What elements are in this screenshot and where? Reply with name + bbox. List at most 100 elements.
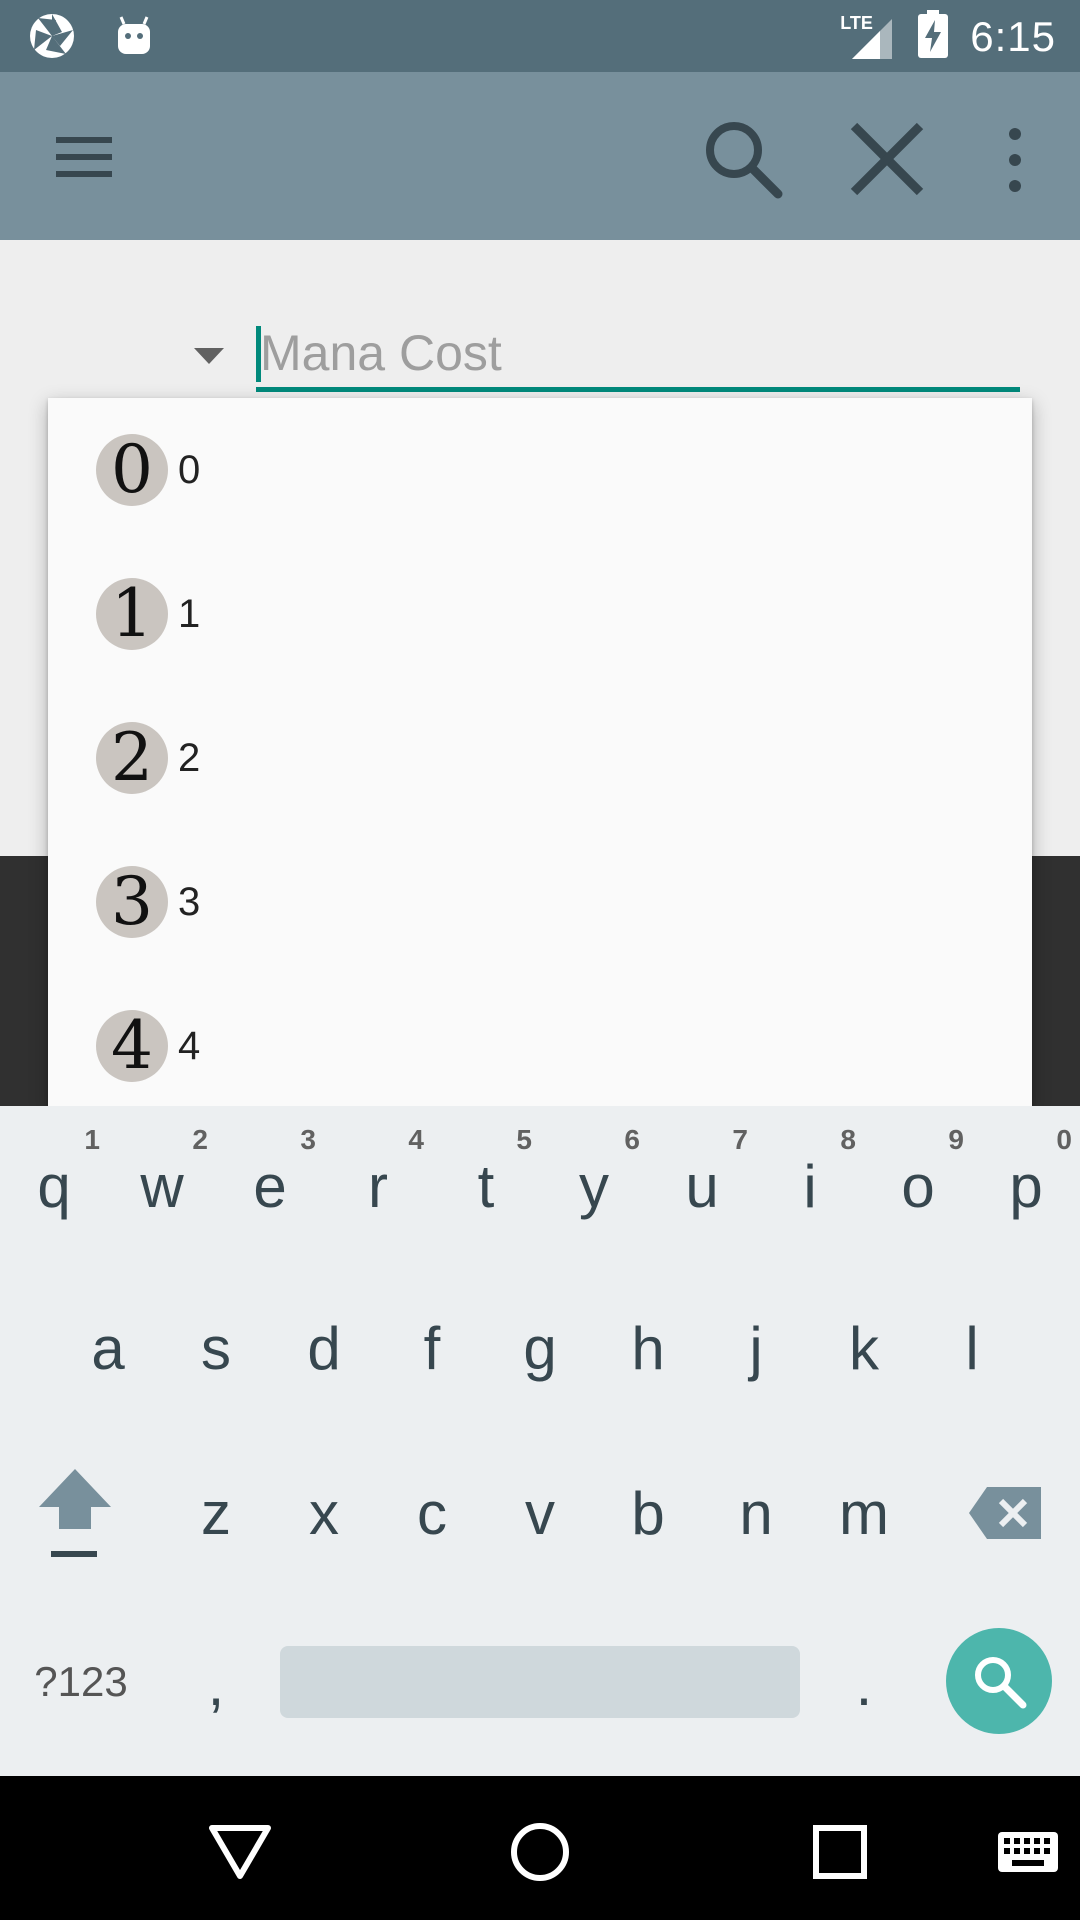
text-cursor <box>256 326 261 382</box>
key-w[interactable]: 2w <box>108 1106 216 1266</box>
key-u[interactable]: 7u <box>648 1106 756 1266</box>
key-label: e <box>253 1152 287 1220</box>
key-s[interactable]: s <box>162 1266 270 1430</box>
backspace-icon <box>969 1487 1041 1539</box>
status-right-icons: LTE 6:15 <box>840 10 1056 63</box>
status-bar: LTE 6:15 <box>0 0 1080 72</box>
clear-button[interactable] <box>842 114 932 204</box>
key-label: w <box>140 1152 184 1220</box>
mana-cost-input[interactable] <box>256 318 1020 387</box>
home-icon <box>511 1823 569 1881</box>
recents-icon <box>813 1825 867 1879</box>
menu-button[interactable] <box>44 122 124 192</box>
app-bar <box>0 72 1080 240</box>
key-j[interactable]: j <box>702 1266 810 1430</box>
key-hint: 1 <box>84 1124 100 1155</box>
key-v[interactable]: v <box>486 1430 594 1596</box>
key-label: j <box>749 1314 763 1382</box>
symbols-key[interactable]: ?123 <box>26 1646 136 1718</box>
key-o[interactable]: 9o <box>864 1106 972 1266</box>
dropdown-item-label: 4 <box>178 1023 201 1068</box>
key-label: x <box>309 1479 339 1547</box>
overflow-menu-button[interactable] <box>990 120 1040 200</box>
recents-button[interactable] <box>800 1812 880 1892</box>
key-l[interactable]: l <box>918 1266 1026 1430</box>
android-icon <box>114 14 154 63</box>
spinner-arrow-icon[interactable] <box>192 346 226 366</box>
key-label: o <box>901 1152 935 1220</box>
key-label: i <box>803 1152 817 1220</box>
key-x[interactable]: x <box>270 1430 378 1596</box>
dropdown-item[interactable]: 4 4 <box>48 974 1032 1106</box>
mana-symbol-icon: 0 <box>96 434 168 506</box>
dropdown-item-label: 0 <box>178 447 201 492</box>
key-n[interactable]: n <box>702 1430 810 1596</box>
mana-symbol-icon: 4 <box>96 1010 168 1082</box>
dropdown-item-label: 1 <box>178 591 201 636</box>
key-label: n <box>739 1479 773 1547</box>
key-y[interactable]: 6y <box>540 1106 648 1266</box>
key-g[interactable]: g <box>486 1266 594 1430</box>
key-label: y <box>579 1152 609 1220</box>
navigation-bar <box>0 1776 1080 1920</box>
key-k[interactable]: k <box>810 1266 918 1430</box>
key-e[interactable]: 3e <box>216 1106 324 1266</box>
overflow-menu-icon <box>1009 128 1021 192</box>
menu-icon <box>56 137 112 177</box>
backspace-key[interactable] <box>942 1430 1068 1596</box>
key-label: m <box>839 1479 889 1547</box>
key-label: v <box>525 1479 555 1547</box>
battery-charging-icon <box>918 10 949 63</box>
lte-signal-icon: LTE <box>840 13 896 61</box>
dropdown-item[interactable]: 3 3 <box>48 830 1032 974</box>
key-label: z <box>201 1479 231 1547</box>
key-h[interactable]: h <box>594 1266 702 1430</box>
search-button[interactable] <box>698 114 788 204</box>
key-label: k <box>849 1314 879 1382</box>
key-label: g <box>523 1314 557 1382</box>
key-hint: 2 <box>192 1124 208 1155</box>
mana-cost-field[interactable] <box>256 318 1020 392</box>
clock: 6:15 <box>970 12 1056 60</box>
key-a[interactable]: a <box>54 1266 162 1430</box>
shift-icon <box>39 1469 111 1557</box>
key-label: q <box>37 1152 71 1220</box>
app-pinwheel-icon <box>28 12 76 65</box>
key-hint: 8 <box>840 1124 856 1155</box>
key-i[interactable]: 8i <box>756 1106 864 1266</box>
dropdown-item[interactable]: 0 0 <box>48 398 1032 542</box>
status-left-icons <box>28 12 154 65</box>
key-hint: 0 <box>1056 1124 1072 1155</box>
key-label: h <box>631 1314 665 1382</box>
key-label: . <box>855 1650 873 1718</box>
key-hint: 9 <box>948 1124 964 1155</box>
key-hint: 7 <box>732 1124 748 1155</box>
dropdown-item[interactable]: 1 1 <box>48 542 1032 686</box>
key-label: , <box>207 1650 225 1718</box>
key-z[interactable]: z <box>162 1430 270 1596</box>
key-q[interactable]: 1q <box>0 1106 108 1266</box>
key-d[interactable]: d <box>270 1266 378 1430</box>
comma-key[interactable]: , <box>162 1636 270 1732</box>
dropdown-item-label: 3 <box>178 879 201 924</box>
keyboard-switch-button[interactable] <box>980 1812 1076 1892</box>
period-key[interactable]: . <box>810 1636 918 1732</box>
search-key[interactable] <box>946 1628 1052 1734</box>
key-hint: 4 <box>408 1124 424 1155</box>
key-t[interactable]: 5t <box>432 1106 540 1266</box>
key-b[interactable]: b <box>594 1430 702 1596</box>
key-f[interactable]: f <box>378 1266 486 1430</box>
dropdown-item-label: 2 <box>178 735 201 780</box>
key-c[interactable]: c <box>378 1430 486 1596</box>
home-button[interactable] <box>500 1812 580 1892</box>
space-bar[interactable] <box>280 1646 800 1718</box>
shift-key[interactable] <box>0 1430 150 1596</box>
back-button[interactable] <box>200 1812 280 1892</box>
key-r[interactable]: 4r <box>324 1106 432 1266</box>
close-icon <box>850 122 924 196</box>
key-label: d <box>307 1314 341 1382</box>
dropdown-item[interactable]: 2 2 <box>48 686 1032 830</box>
search-icon <box>706 122 783 199</box>
key-p[interactable]: 0p <box>972 1106 1080 1266</box>
key-m[interactable]: m <box>810 1430 918 1596</box>
